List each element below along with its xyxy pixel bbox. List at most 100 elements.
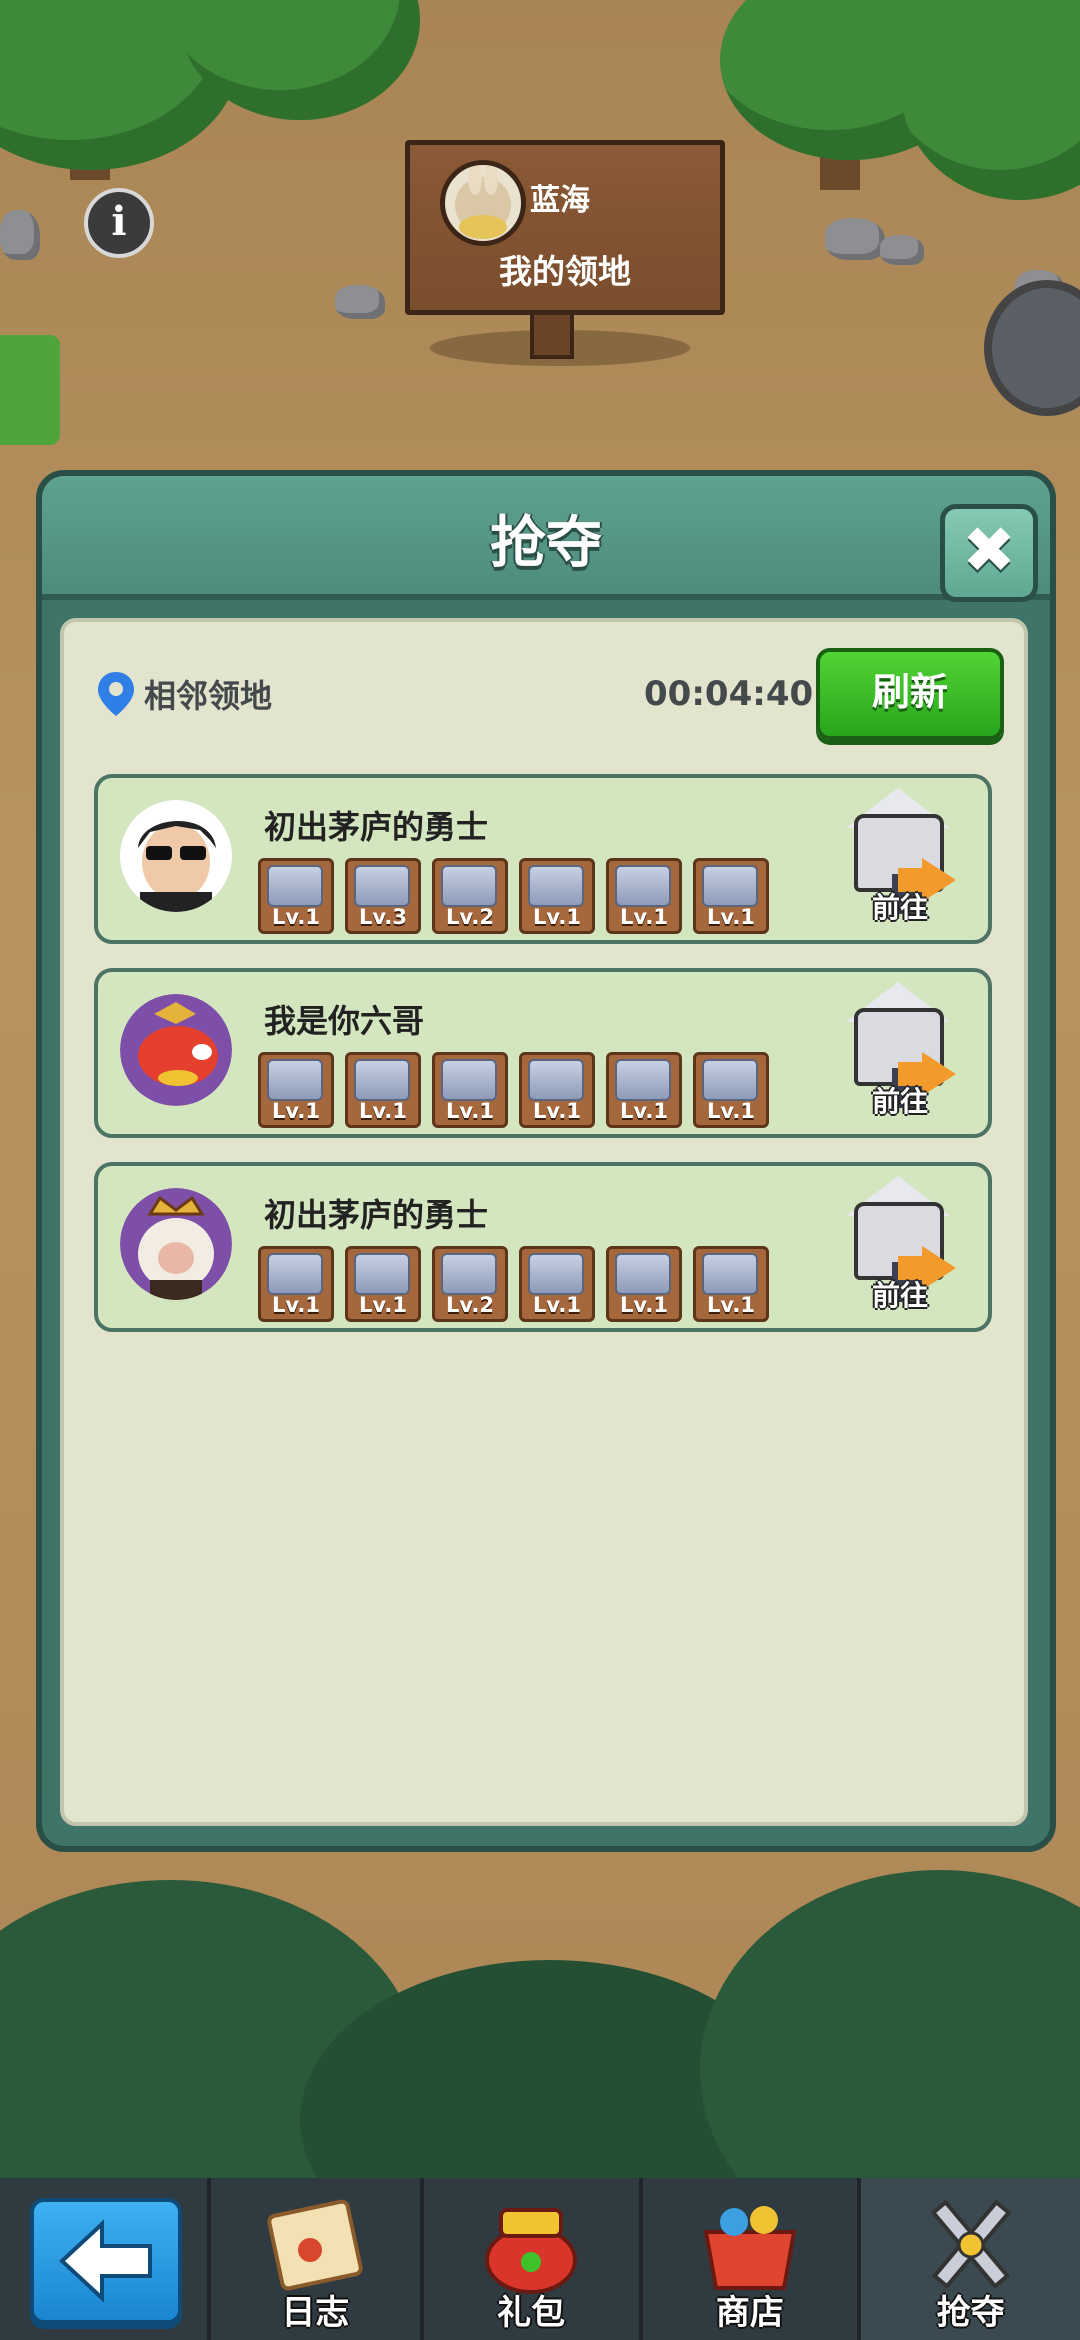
defense-level: Lv.1	[533, 905, 581, 929]
silver-coin-stack-icon	[441, 1059, 497, 1101]
close-icon: ✖	[962, 514, 1016, 588]
treasure-pot-icon	[485, 2208, 578, 2294]
nav-label-gift: 礼包	[497, 2293, 566, 2333]
rival-name: 初出茅庐的勇士	[264, 808, 489, 846]
defense-slot: Lv.2	[432, 858, 508, 934]
go-button[interactable]: 前往	[840, 982, 960, 1122]
silver-coin-stack-icon	[441, 865, 497, 907]
defense-slot: Lv.1	[519, 1052, 595, 1128]
defense-list: Lv.1 Lv.3 Lv.2 Lv.1 Lv.1 Lv.1	[258, 858, 769, 934]
back-button[interactable]	[30, 2198, 182, 2324]
defense-slot: Lv.1	[519, 858, 595, 934]
region-indicator: 相邻领地	[96, 670, 272, 718]
shop-basket-icon	[703, 2206, 797, 2290]
defense-level: Lv.1	[620, 1099, 668, 1123]
defense-level: Lv.1	[272, 1293, 320, 1317]
silver-coin-stack-icon	[615, 865, 671, 907]
silver-coin-stack-icon	[528, 1059, 584, 1101]
defense-slot: Lv.1	[606, 858, 682, 934]
left-arrow-icon	[59, 2219, 152, 2303]
scroll-icon	[267, 2199, 364, 2291]
defense-level: Lv.2	[446, 1293, 494, 1317]
defense-level: Lv.1	[620, 905, 668, 929]
rival-name: 我是你六哥	[264, 1002, 425, 1040]
silver-coin-stack-icon	[441, 1253, 497, 1295]
rival-card: 初出茅庐的勇士 Lv.1 Lv.3 Lv.2 Lv.1 Lv.1 Lv.1 前往	[94, 774, 992, 944]
silver-coin-stack-icon	[267, 1253, 323, 1295]
rival-card: 初出茅庐的勇士 Lv.1 Lv.1 Lv.2 Lv.1 Lv.1 Lv.1 前往	[94, 1162, 992, 1332]
crowned-sheep-avatar	[120, 1188, 232, 1300]
rock	[335, 285, 385, 319]
nav-label-plunder: 抢夺	[936, 2293, 1005, 2333]
grass-tile	[0, 335, 60, 445]
nav-label-shop: 商店	[715, 2293, 784, 2333]
defense-slot: Lv.1	[258, 858, 334, 934]
silver-coin-stack-icon	[615, 1253, 671, 1295]
silver-coin-stack-icon	[702, 865, 758, 907]
back-nav	[0, 2178, 211, 2340]
go-button[interactable]: 前往	[840, 788, 960, 928]
defense-slot: Lv.1	[258, 1246, 334, 1322]
rock	[825, 218, 885, 260]
defense-slot: Lv.1	[693, 858, 769, 934]
nav-item-log[interactable]: 日志	[211, 2178, 424, 2340]
location-pin-icon	[96, 670, 136, 718]
defense-slot: Lv.1	[693, 1052, 769, 1128]
silver-coin-stack-icon	[528, 1253, 584, 1295]
silver-coin-stack-icon	[528, 865, 584, 907]
defense-level: Lv.1	[272, 1099, 320, 1123]
rival-card: 我是你六哥 Lv.1 Lv.1 Lv.1 Lv.1 Lv.1 Lv.1 前往	[94, 968, 992, 1138]
defense-level: Lv.3	[359, 905, 407, 929]
silver-coin-stack-icon	[354, 1059, 410, 1101]
defense-level: Lv.1	[707, 1293, 755, 1317]
defense-level: Lv.1	[707, 1099, 755, 1123]
defense-level: Lv.1	[272, 905, 320, 929]
silver-coin-stack-icon	[702, 1059, 758, 1101]
defense-level: Lv.2	[446, 905, 494, 929]
defense-slot: Lv.1	[519, 1246, 595, 1322]
defense-level: Lv.1	[533, 1099, 581, 1123]
refresh-button[interactable]: 刷新	[816, 648, 1004, 740]
dialog-title: 抢夺	[490, 511, 602, 576]
red-fish-avatar	[120, 994, 232, 1106]
defense-slot: Lv.1	[432, 1052, 508, 1128]
go-button[interactable]: 前往	[840, 1176, 960, 1316]
defense-level: Lv.1	[359, 1293, 407, 1317]
player-name: 蓝海	[530, 183, 590, 218]
defense-slot: Lv.1	[345, 1246, 421, 1322]
silver-coin-stack-icon	[615, 1059, 671, 1101]
nav-label-log: 日志	[281, 2293, 350, 2333]
go-label: 前往	[871, 891, 928, 924]
silver-coin-stack-icon	[267, 1059, 323, 1101]
defense-slot: Lv.1	[258, 1052, 334, 1128]
defense-level: Lv.1	[533, 1293, 581, 1317]
dialog-header: 抢夺 ✖	[42, 476, 1050, 602]
crossed-swords-icon	[930, 2199, 1012, 2289]
close-button[interactable]: ✖	[940, 504, 1038, 602]
silver-coin-stack-icon	[354, 1253, 410, 1295]
nav-item-gift[interactable]: 礼包	[424, 2178, 643, 2340]
territory-title: 我的领地	[499, 252, 631, 291]
defense-slot: Lv.1	[345, 1052, 421, 1128]
rock	[0, 210, 40, 260]
info-icon[interactable]: i	[84, 188, 154, 258]
defense-slot: Lv.3	[345, 858, 421, 934]
dialog-body: 相邻领地 00:04:40 刷新 初出茅庐的勇士 Lv.1 Lv.3 Lv.2 Lv.1…	[60, 618, 1028, 1826]
territory-sign: 蓝海 我的领地	[405, 140, 725, 315]
defense-list: Lv.1 Lv.1 Lv.2 Lv.1 Lv.1 Lv.1	[258, 1246, 769, 1322]
defense-slot: Lv.2	[432, 1246, 508, 1322]
bottom-nav-bar: 日志 礼包 商店 抢夺	[0, 2178, 1080, 2340]
defense-slot: Lv.1	[693, 1246, 769, 1322]
rock	[880, 235, 924, 265]
defense-slot: Lv.1	[606, 1246, 682, 1322]
silver-coin-stack-icon	[702, 1253, 758, 1295]
defense-list: Lv.1 Lv.1 Lv.1 Lv.1 Lv.1 Lv.1	[258, 1052, 769, 1128]
nav-item-shop[interactable]: 商店	[643, 2178, 862, 2340]
defense-level: Lv.1	[359, 1099, 407, 1123]
defense-level: Lv.1	[446, 1099, 494, 1123]
rival-name: 初出茅庐的勇士	[264, 1196, 489, 1234]
defense-level: Lv.1	[707, 905, 755, 929]
nav-item-plunder[interactable]: 抢夺	[861, 2178, 1080, 2340]
plunder-dialog: 抢夺 ✖ 相邻领地 00:04:40 刷新 初出茅庐的勇士 Lv.1 Lv.3 Lv.…	[36, 470, 1056, 1852]
sunglasses-man-avatar	[120, 800, 232, 912]
